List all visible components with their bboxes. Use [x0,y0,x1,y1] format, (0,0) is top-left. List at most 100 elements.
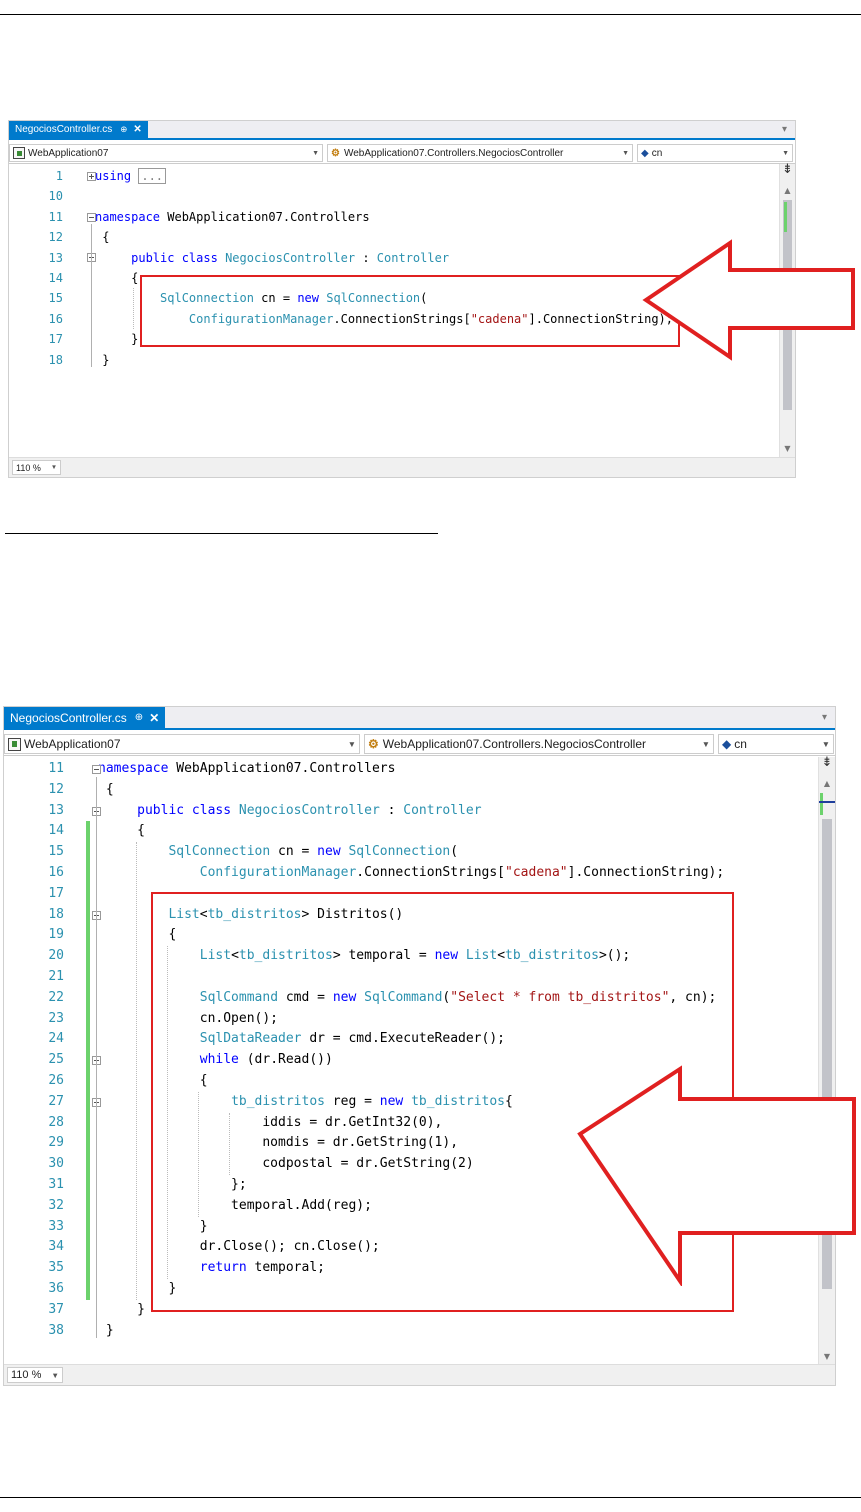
line-number: 10 [48,189,63,204]
fold-toggle-icon[interactable] [92,764,101,774]
member-name: cn [651,147,663,159]
line-number: 19 [48,927,64,943]
line-number: 33 [48,1218,64,1234]
tab-overflow-icon[interactable]: ▾ [782,124,787,135]
class-name: WebApplication07.Controllers.NegociosCon… [382,737,647,751]
code-line[interactable]: } [98,1300,145,1321]
pin-icon[interactable]: ⊕ [120,124,127,135]
code-line[interactable]: public class NegociosController : Contro… [98,801,481,822]
scroll-marker [820,793,823,815]
line-number: 18 [48,352,63,367]
project-icon [8,737,21,751]
class-name: WebApplication07.Controllers.NegociosCon… [343,147,564,159]
tab-title: NegociosController.cs [10,710,127,725]
project-icon [13,147,25,159]
line-number: 15 [48,844,64,860]
line-number: 34 [48,1239,64,1255]
code-line[interactable]: { [98,821,145,842]
callout-arrow-2 [577,1065,856,1286]
scroll-down-icon[interactable]: ▼ [780,444,795,453]
document-tab[interactable]: NegociosController.cs ⊕ ✕ [9,121,148,138]
document-underline [5,533,438,534]
line-number: 38 [48,1322,64,1338]
scroll-marker-blue [819,801,835,803]
line-number: 14 [48,271,63,285]
code-line[interactable]: } [95,350,109,370]
line-number: 37 [48,1301,64,1317]
split-handle-icon[interactable]: ⇟ [780,162,795,177]
class-icon: ⚙ [368,737,379,751]
line-number: 31 [48,1177,64,1192]
line-number: 14 [48,823,64,839]
member-dropdown[interactable]: ◆ cn ▼ [637,144,793,162]
code-line[interactable]: } [95,329,138,349]
close-icon[interactable]: ✕ [133,124,141,135]
code-line[interactable]: SqlConnection cn = new SqlConnection( [98,842,458,863]
scroll-marker [784,202,787,232]
class-icon: ⚙ [331,147,340,159]
line-number: 16 [48,311,63,326]
class-dropdown[interactable]: ⚙ WebApplication07.Controllers.NegociosC… [327,144,633,162]
chevron-down-icon: ▼ [50,464,58,471]
line-number: 13 [48,802,64,818]
class-dropdown[interactable]: ⚙ WebApplication07.Controllers.NegociosC… [364,734,714,754]
document-tab-bar: NegociosController.cs ⊕ ✕ ▾ [9,121,795,140]
line-number: 24 [48,1031,64,1047]
highlight-box [140,275,680,347]
chevron-down-icon: ▼ [622,149,629,157]
tab-overflow-icon[interactable]: ▾ [822,712,827,723]
line-number: 17 [48,885,64,901]
line-number: 20 [48,948,64,964]
line-number: 18 [48,906,64,922]
fold-line [96,1109,97,1193]
pin-icon[interactable]: ⊕ [135,712,144,723]
fold-toggle-icon[interactable] [87,171,96,181]
code-line[interactable]: public class NegociosController : Contro… [95,248,449,268]
project-name: WebApplication07 [24,737,121,751]
code-line[interactable]: ConfigurationManager.ConnectionStrings["… [98,863,724,884]
code-line[interactable]: { [95,268,138,288]
line-number: 11 [48,209,63,224]
zoom-level: 110 % [11,1369,42,1381]
member-dropdown[interactable]: ◆ cn ▼ [718,734,834,754]
scroll-down-icon[interactable]: ▼ [819,1352,835,1361]
line-number: 1 [55,169,63,183]
editor-status-bar: 110 % ▼ [9,457,795,477]
code-line[interactable]: namespace WebApplication07.Controllers [95,207,370,227]
line-number: 26 [48,1073,64,1088]
editor-status-bar: 110 % ▼ [4,1364,835,1385]
line-number: 16 [48,865,64,880]
fold-toggle-icon[interactable] [87,212,96,222]
line-number: 29 [48,1135,64,1151]
code-line[interactable]: namespace WebApplication07.Controllers [98,759,395,780]
zoom-level: 110 % [16,462,41,473]
line-number: 12 [48,230,63,245]
project-name: WebApplication07 [28,147,109,159]
scroll-up-icon[interactable]: ▲ [780,186,795,195]
line-number: 17 [48,332,63,347]
field-icon: ◆ [722,737,732,751]
close-icon[interactable]: ✕ [149,711,159,725]
code-line[interactable]: { [98,780,114,801]
line-number: 11 [48,761,64,776]
page-top-rule [0,14,861,15]
line-number: 35 [48,1260,64,1276]
chevron-down-icon: ▼ [782,149,789,157]
zoom-dropdown[interactable]: 110 % ▼ [12,460,62,475]
project-dropdown[interactable]: WebApplication07 ▼ [4,734,360,754]
chevron-down-icon: ▼ [312,149,319,157]
split-handle-icon[interactable]: ⇟ [819,755,835,770]
scroll-up-icon[interactable]: ▲ [819,779,835,788]
code-line[interactable]: { [95,227,109,247]
zoom-dropdown[interactable]: 110 % ▼ [7,1367,63,1383]
document-tab-bar: NegociosController.cs ⊕ ✕ ▾ [4,707,835,730]
project-dropdown[interactable]: WebApplication07 ▼ [9,144,323,162]
code-line[interactable]: using ... [95,166,167,186]
chevron-down-icon: ▼ [821,739,830,749]
code-line[interactable]: } [98,1321,114,1342]
document-tab[interactable]: NegociosController.cs ⊕ ✕ [4,707,166,728]
line-number: 28 [48,1114,64,1130]
line-number: 13 [48,250,63,265]
chevron-down-icon: ▼ [701,739,710,749]
line-number: 15 [48,291,63,306]
